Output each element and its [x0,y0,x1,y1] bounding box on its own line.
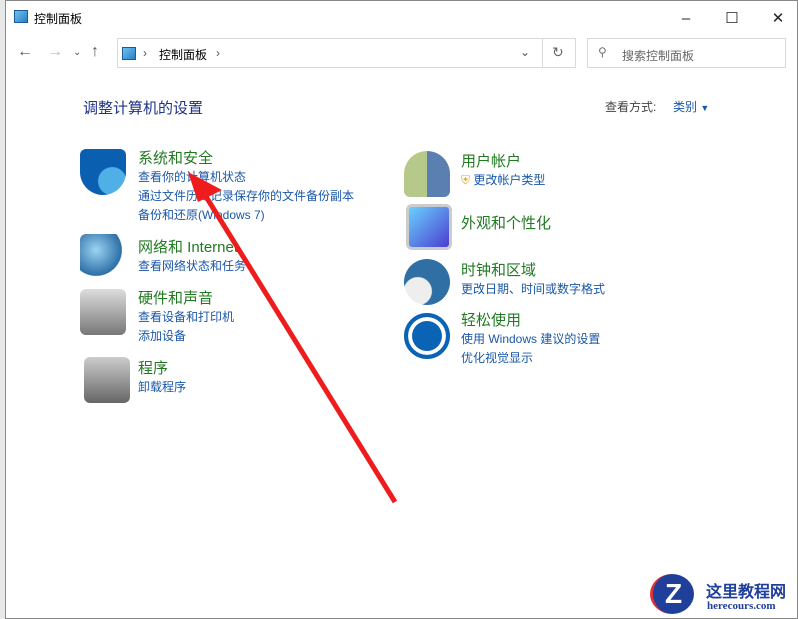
red-arrow-annotation [188,172,398,504]
watermark-name: 这里教程网 [706,584,787,601]
watermark-url: herecours.com [707,600,776,612]
watermark-logo: Z [650,574,694,614]
